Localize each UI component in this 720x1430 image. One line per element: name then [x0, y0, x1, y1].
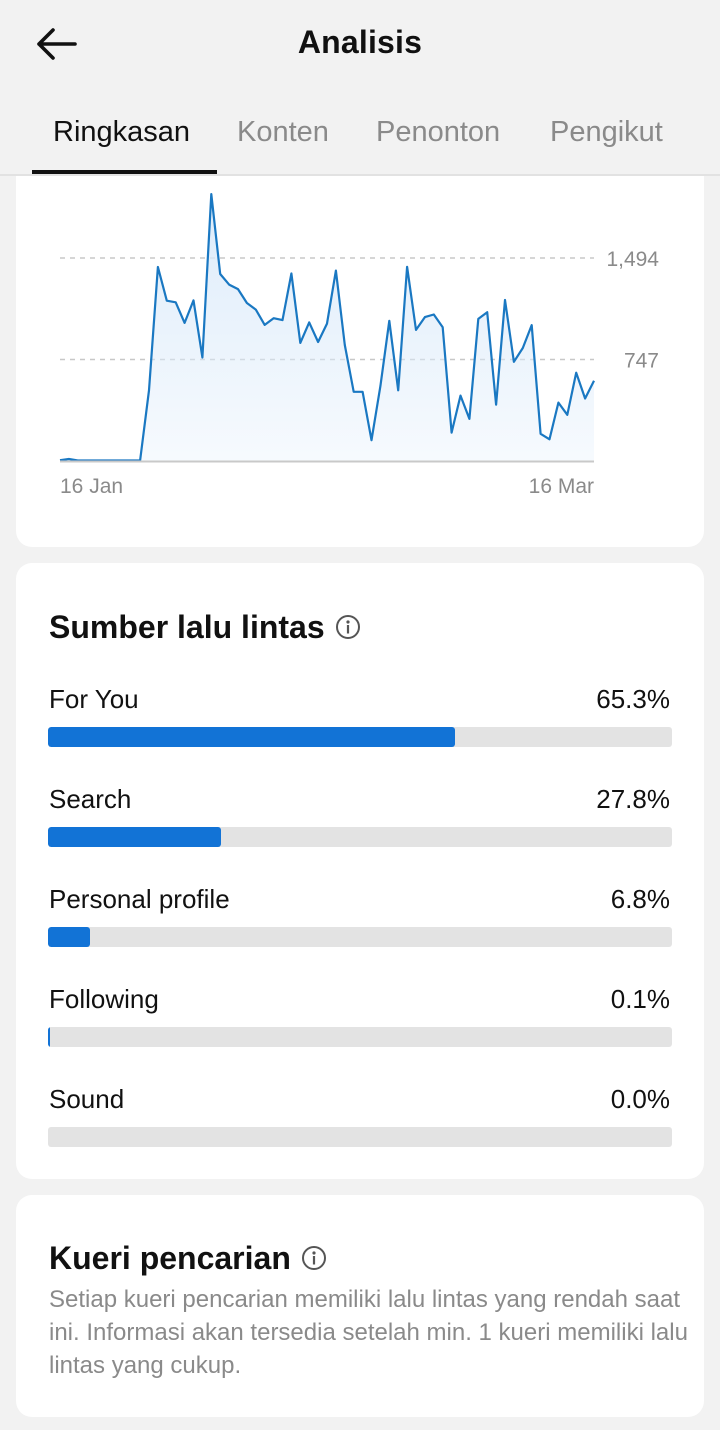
views-line-chart: 1,494 747 16 Jan 16 Mar — [59, 193, 659, 498]
tab-bar: Ringkasan Konten Penonton Pengikut — [0, 92, 720, 176]
traffic-source-value: 6.8% — [610, 884, 670, 914]
x-tick-label: 16 Jan — [60, 475, 123, 498]
traffic-source-value: 65.3% — [596, 684, 670, 714]
info-circle-icon[interactable] — [335, 614, 361, 640]
traffic-source-label: For You — [49, 684, 139, 714]
search-queries-card: Kueri pencarian Setiap kueri pencarian m… — [16, 1195, 704, 1417]
traffic-sources-title-text: Sumber lalu lintas — [49, 609, 325, 645]
traffic-source-bar — [48, 1027, 672, 1047]
traffic-source-value: 0.0% — [610, 1084, 670, 1114]
x-tick-label: 16 Mar — [529, 475, 594, 498]
active-tab-indicator — [32, 170, 217, 174]
tab-penonton[interactable]: Penonton — [376, 116, 500, 149]
traffic-source-bar-fill — [48, 1027, 50, 1047]
traffic-source-bar — [48, 727, 672, 747]
traffic-sources-title: Sumber lalu lintas — [49, 609, 361, 646]
traffic-source-bar — [48, 827, 672, 847]
views-chart-card: 1,494 747 16 Jan 16 Mar — [16, 176, 704, 547]
traffic-source-label: Following — [49, 984, 159, 1014]
y-tick-label: 747 — [624, 350, 659, 373]
traffic-source-bar-fill — [48, 727, 455, 747]
search-queries-description: Setiap kueri pencarian memiliki lalu lin… — [49, 1286, 688, 1379]
traffic-source-value: 27.8% — [596, 784, 670, 814]
traffic-sources-card: Sumber lalu lintas For You 65.3% Search 27.… — [16, 563, 704, 1179]
tab-scroll-fade — [662, 92, 720, 174]
top-bar: Analisis — [0, 0, 720, 92]
search-queries-title: Kueri pencarian — [49, 1240, 327, 1277]
traffic-source-bar — [48, 927, 672, 947]
traffic-source-label: Search — [49, 784, 132, 814]
traffic-source-label: Sound — [49, 1084, 125, 1114]
info-circle-icon[interactable] — [301, 1245, 327, 1271]
search-queries-title-text: Kueri pencarian — [49, 1240, 291, 1276]
traffic-source-bar-fill — [48, 927, 90, 947]
chart-area-fill — [60, 194, 594, 461]
tab-konten[interactable]: Konten — [237, 116, 329, 149]
traffic-source-bar — [48, 1127, 672, 1147]
page-title: Analisis — [297, 24, 423, 60]
traffic-source-value: 0.1% — [610, 984, 670, 1014]
tab-ringkasan[interactable]: Ringkasan — [53, 116, 190, 149]
y-tick-label: 1,494 — [606, 248, 659, 271]
traffic-source-label: Personal profile — [49, 884, 230, 914]
traffic-source-bar-fill — [48, 827, 221, 847]
tab-pengikut[interactable]: Pengikut — [550, 116, 663, 149]
